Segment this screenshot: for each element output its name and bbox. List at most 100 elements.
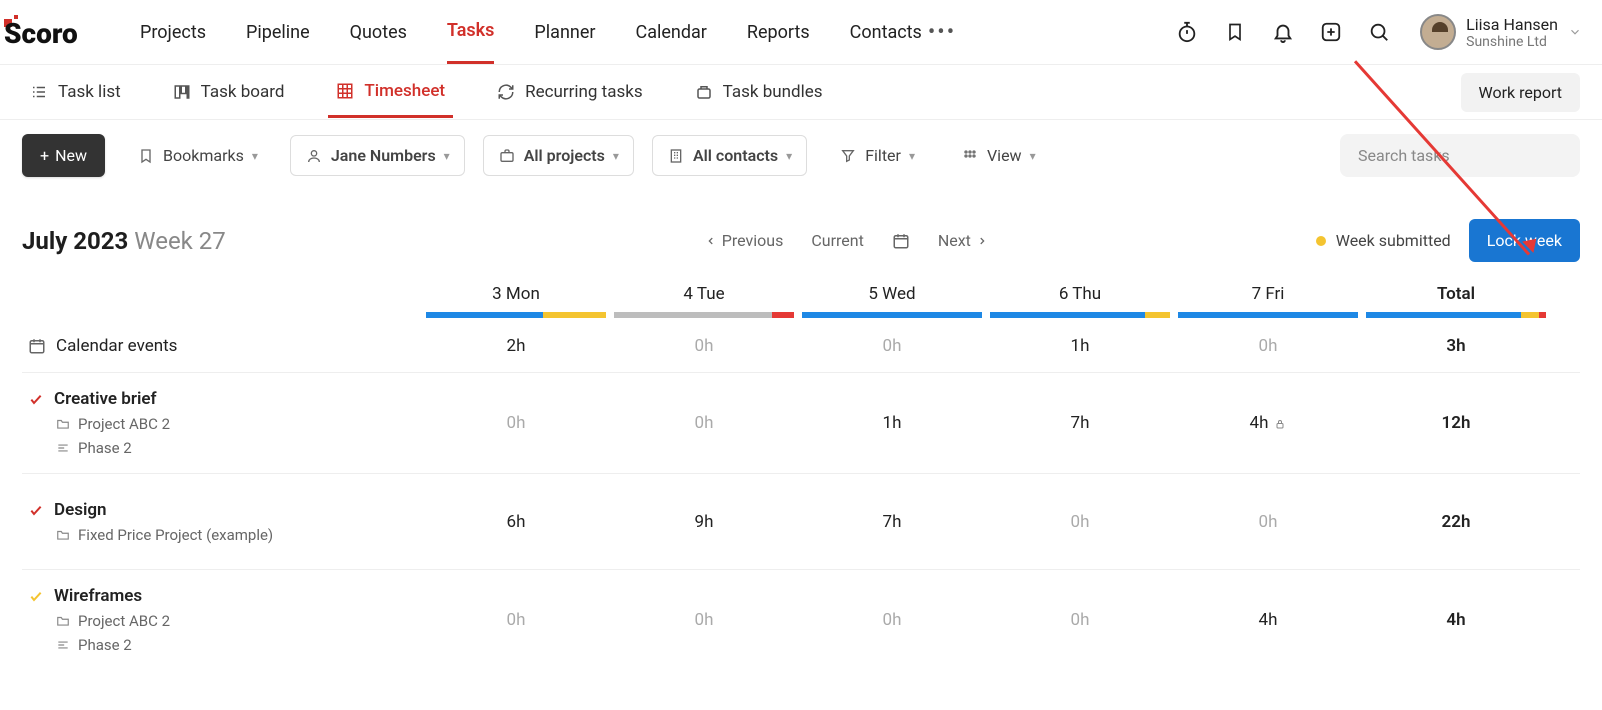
nav-calendar[interactable]: Calendar — [635, 2, 706, 63]
calendar-icon — [28, 337, 46, 355]
prev-week-button[interactable]: Previous — [706, 231, 784, 250]
timesheet-row: Creative briefProject ABC 2Phase 20h0h1h… — [22, 372, 1580, 473]
subtab-label: Task board — [201, 82, 285, 102]
timesheet-grid: 3 Mon4 Tue5 Wed6 Thu7 FriTotal Calendar … — [0, 272, 1602, 710]
timesheet-cell[interactable]: 0h — [986, 602, 1174, 638]
subtab-task-board[interactable]: Task board — [165, 67, 293, 118]
bookmark-icon[interactable] — [1224, 21, 1246, 43]
month-text: July 2023 — [22, 227, 128, 255]
chevron-down-icon: ▾ — [252, 149, 258, 163]
projects-filter[interactable]: All projects ▾ — [483, 135, 634, 176]
view-dropdown[interactable]: View ▾ — [947, 136, 1050, 175]
day-header: 4 Tue — [610, 272, 798, 312]
check-icon[interactable] — [28, 588, 44, 604]
subtab-task-bundles[interactable]: Task bundles — [687, 67, 831, 118]
projects-filter-label: All projects — [524, 146, 605, 165]
stopwatch-icon[interactable] — [1176, 21, 1198, 43]
person-filter-label: Jane Numbers — [331, 146, 436, 165]
nav-contacts[interactable]: Contacts — [850, 2, 922, 63]
filter-label: Filter — [865, 146, 901, 165]
timesheet-cell[interactable]: 6h — [422, 504, 610, 540]
lock-week-button[interactable]: Lock week — [1469, 219, 1580, 262]
subtab-label: Timesheet — [364, 81, 445, 101]
row-title: Design — [54, 500, 107, 520]
nav-planner[interactable]: Planner — [534, 2, 595, 63]
new-button-label: New — [55, 146, 87, 165]
bookmarks-dropdown[interactable]: Bookmarks ▾ — [123, 136, 272, 175]
folder-icon — [56, 417, 70, 431]
day-progress-bar — [798, 312, 986, 320]
timesheet-cell[interactable]: 0h — [610, 405, 798, 441]
nav-tasks[interactable]: Tasks — [447, 0, 495, 64]
check-icon[interactable] — [28, 391, 44, 407]
search-icon[interactable] — [1368, 21, 1390, 43]
check-icon[interactable] — [28, 502, 44, 518]
subtab-recurring-tasks[interactable]: Recurring tasks — [489, 67, 651, 118]
prev-label: Previous — [722, 231, 784, 250]
timesheet-cell[interactable]: 4h — [1174, 405, 1362, 441]
bell-icon[interactable] — [1272, 21, 1294, 43]
timesheet-cell[interactable]: 0h — [610, 602, 798, 638]
person-filter[interactable]: Jane Numbers ▾ — [290, 135, 465, 176]
day-header: 3 Mon — [422, 272, 610, 312]
svg-text:Scoro: Scoro — [4, 17, 78, 49]
user-company: Sunshine Ltd — [1466, 34, 1558, 50]
calendar-picker-button[interactable] — [892, 232, 910, 250]
row-project: Fixed Price Project (example) — [78, 526, 273, 544]
timesheet-cell[interactable]: 0h — [986, 504, 1174, 540]
timesheet-cell[interactable]: 0h — [798, 328, 986, 364]
plus-square-icon[interactable] — [1320, 21, 1342, 43]
timesheet-cell[interactable]: 0h — [798, 602, 986, 638]
day-progress-bar — [986, 312, 1174, 320]
briefcase-icon — [498, 147, 516, 165]
building-icon — [667, 147, 685, 165]
funnel-icon — [839, 147, 857, 165]
task-subnav: Task list Task board Timesheet Recurring ta… — [0, 65, 1602, 119]
current-week-button[interactable]: Current — [811, 231, 863, 250]
subtab-timesheet[interactable]: Timesheet — [328, 67, 453, 118]
timesheet-cell[interactable]: 0h — [1174, 328, 1362, 364]
contacts-filter[interactable]: All contacts ▾ — [652, 135, 807, 176]
timesheet-cell[interactable]: 0h — [610, 328, 798, 364]
nav-quotes[interactable]: Quotes — [350, 2, 407, 63]
row-project: Project ABC 2 — [78, 415, 170, 433]
next-week-button[interactable]: Next — [938, 231, 987, 250]
row-label: WireframesProject ABC 2Phase 2 — [22, 570, 422, 670]
timesheet-cell[interactable]: 9h — [610, 504, 798, 540]
refresh-icon — [497, 83, 515, 101]
day-progress-bar — [610, 312, 798, 320]
phase-icon — [56, 638, 70, 652]
timesheet-cell[interactable]: 7h — [798, 504, 986, 540]
subtab-label: Task list — [58, 82, 121, 102]
subtab-label: Recurring tasks — [525, 82, 643, 102]
row-project: Project ABC 2 — [78, 612, 170, 630]
bookmarks-label: Bookmarks — [163, 146, 244, 165]
list-icon — [30, 83, 48, 101]
timesheet-cell[interactable]: 0h — [422, 405, 610, 441]
search-input[interactable]: Search tasks — [1340, 134, 1580, 177]
filter-dropdown[interactable]: Filter ▾ — [825, 136, 929, 175]
nav-reports[interactable]: Reports — [747, 2, 810, 63]
nav-pipeline[interactable]: Pipeline — [246, 2, 310, 63]
timesheet-cell[interactable]: 1h — [798, 405, 986, 441]
current-label: Current — [811, 231, 863, 250]
new-button[interactable]: + New — [22, 134, 105, 177]
timesheet-cell[interactable]: 0h — [422, 602, 610, 638]
timesheet-cell[interactable]: 1h — [986, 328, 1174, 364]
timesheet-cell[interactable]: 0h — [1174, 504, 1362, 540]
timesheet-cell[interactable]: 4h — [1174, 602, 1362, 638]
subtab-task-list[interactable]: Task list — [22, 67, 129, 118]
contacts-filter-label: All contacts — [693, 146, 778, 165]
chevron-down-icon: ▾ — [613, 149, 619, 163]
nav-projects[interactable]: Projects — [140, 2, 206, 63]
work-report-button[interactable]: Work report — [1461, 73, 1581, 112]
timesheet-cell[interactable]: 7h — [986, 405, 1174, 441]
more-menu-icon[interactable]: ••• — [922, 20, 962, 45]
timesheet-row: Calendar events2h0h0h1h0h3h — [22, 320, 1580, 372]
logo[interactable]: Scoro — [4, 15, 124, 49]
top-icons — [1176, 21, 1390, 43]
user-menu[interactable]: Liisa Hansen Sunshine Ltd — [1420, 14, 1582, 50]
week-nav: Previous Current Next — [706, 231, 987, 250]
timesheet-cell[interactable]: 2h — [422, 328, 610, 364]
grid-icon — [336, 82, 354, 100]
